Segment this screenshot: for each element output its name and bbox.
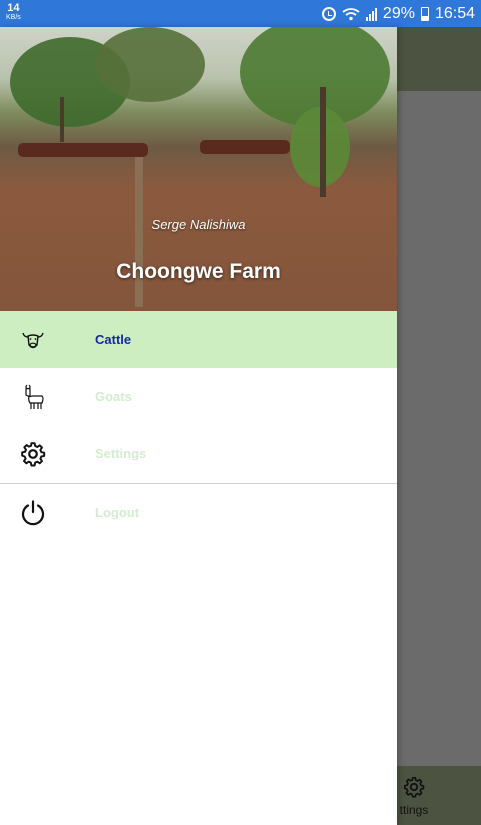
menu-item-logout[interactable]: Logout xyxy=(0,484,397,541)
drawer-header: Serge Nalishiwa Choongwe Farm xyxy=(0,27,397,311)
menu-item-label: Cattle xyxy=(95,332,132,347)
drawer-menu: Cattle Goats Settings Logout xyxy=(0,311,397,541)
status-bar: 14 KB/s 29% 16:54 xyxy=(0,0,481,27)
network-speed-unit: KB/s xyxy=(6,14,21,21)
cow-icon xyxy=(17,324,49,356)
header-photo-cattle xyxy=(200,140,290,154)
network-speed: 14 KB/s xyxy=(6,3,21,23)
navigation-drawer: Serge Nalishiwa Choongwe Farm Cattle Goa… xyxy=(0,27,397,825)
battery-icon xyxy=(420,7,429,21)
menu-item-cattle[interactable]: Cattle xyxy=(0,311,397,368)
menu-item-goats[interactable]: Goats xyxy=(0,368,397,425)
header-photo-cattle xyxy=(18,143,148,157)
battery-percent: 29% xyxy=(382,5,415,22)
drawer-farm-title: Choongwe Farm xyxy=(116,260,281,283)
signal-icon xyxy=(365,7,377,21)
alarm-icon xyxy=(321,7,336,21)
gear-icon xyxy=(404,777,425,798)
gear-icon xyxy=(17,438,49,470)
drawer-user-name: Serge Nalishiwa xyxy=(151,217,246,232)
header-photo-trunk xyxy=(320,87,326,197)
menu-item-label: Goats xyxy=(95,389,132,404)
menu-item-label: Logout xyxy=(95,505,140,520)
goat-icon xyxy=(17,381,49,413)
power-icon xyxy=(17,497,49,529)
wifi-icon xyxy=(342,8,360,21)
menu-item-settings[interactable]: Settings xyxy=(0,425,397,482)
header-photo-tree xyxy=(95,27,205,102)
menu-item-label: Settings xyxy=(95,446,147,461)
header-photo-trunk xyxy=(60,97,64,142)
clock: 16:54 xyxy=(434,5,475,22)
